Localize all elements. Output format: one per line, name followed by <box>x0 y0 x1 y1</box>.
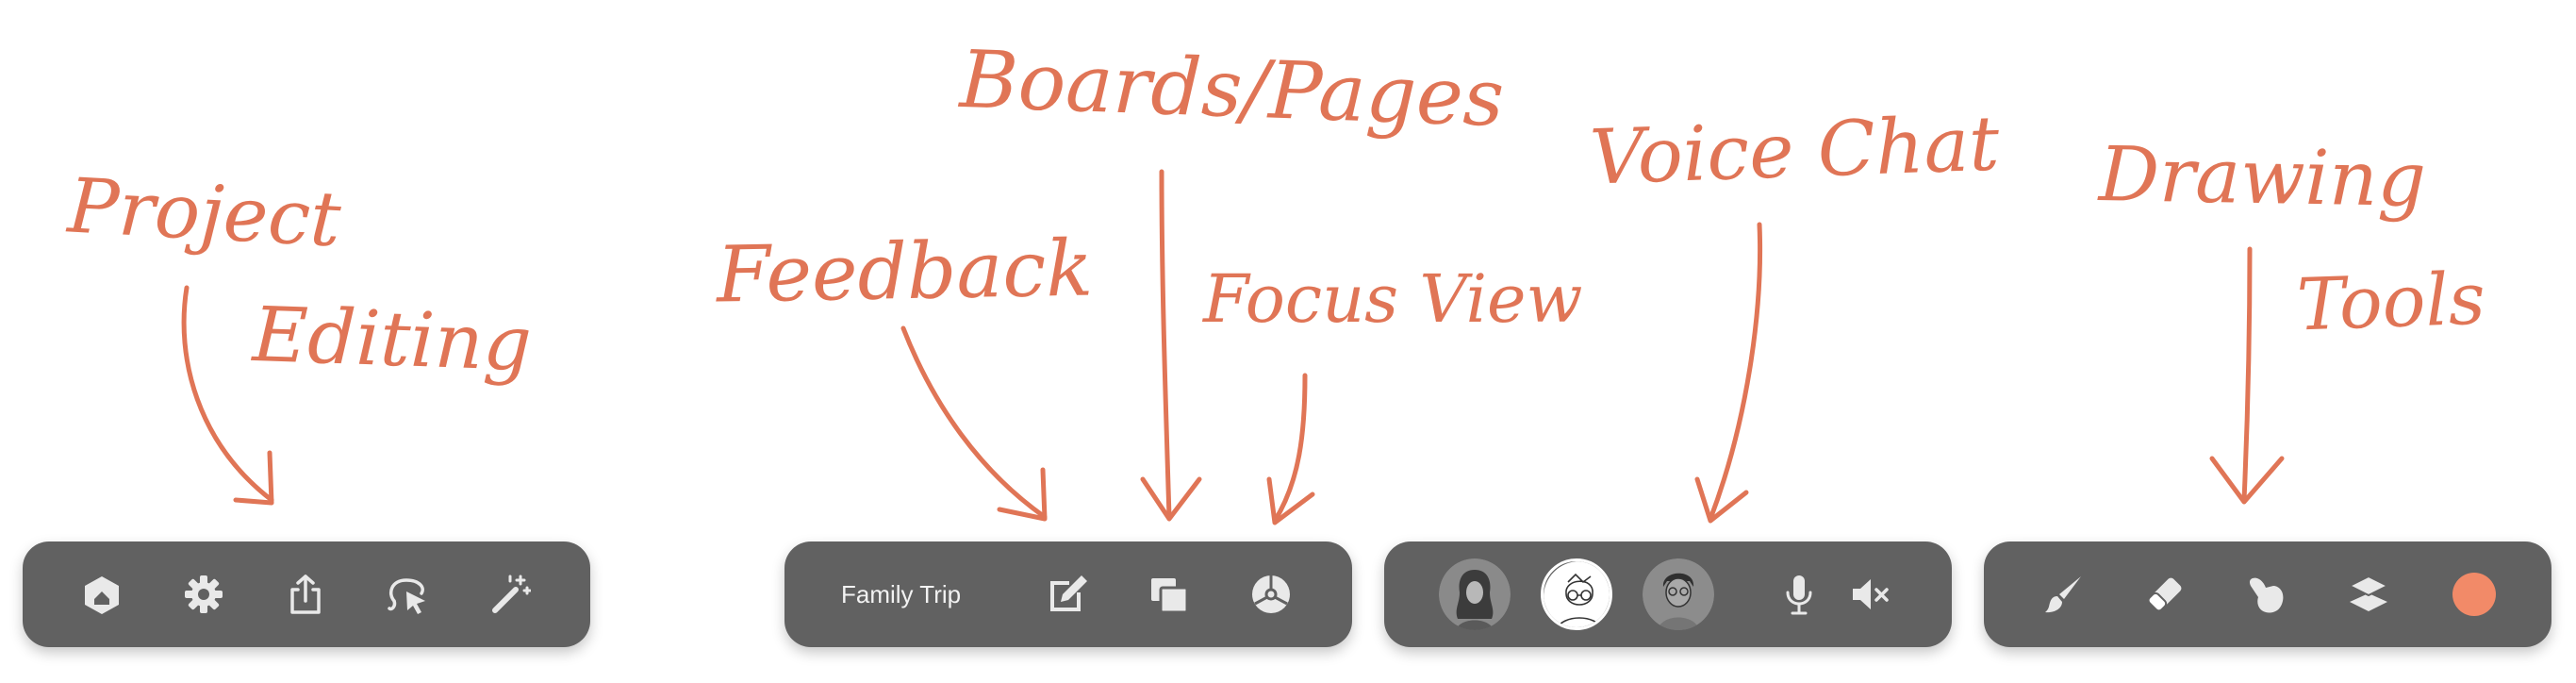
eraser-button[interactable] <box>2127 541 2203 647</box>
home-button[interactable] <box>64 541 140 647</box>
current-color-swatch[interactable] <box>2452 573 2496 616</box>
magic-wand-button[interactable] <box>471 541 547 647</box>
voice-chat-toolbar <box>1384 541 1952 647</box>
arrow-boards-pages <box>1159 169 1172 520</box>
speaker-mute-icon <box>1853 579 1889 609</box>
board-title[interactable]: Family Trip <box>841 541 961 647</box>
home-icon <box>85 576 119 614</box>
microphone-icon <box>1786 575 1812 615</box>
settings-button[interactable] <box>166 541 241 647</box>
arrow-focus-view <box>1272 373 1308 524</box>
pages-button[interactable] <box>1131 541 1207 647</box>
drawing-toolbar <box>1984 541 2551 647</box>
smudge-icon <box>2249 577 2284 613</box>
project-toolbar <box>23 541 590 647</box>
speaker-mute-button[interactable] <box>1833 541 1908 647</box>
arrow-drawing-tools <box>2241 246 2253 503</box>
share-button[interactable] <box>268 541 343 647</box>
magic-wand-icon <box>492 575 531 613</box>
participant-avatar-3[interactable] <box>1643 558 1714 630</box>
arrow-feedback <box>900 325 1048 520</box>
annotation-feedback: Feedback <box>716 224 1094 321</box>
eraser-icon <box>2147 577 2182 612</box>
layers-button[interactable] <box>2331 541 2406 647</box>
annotation-editing: Editing <box>251 290 534 389</box>
feedback-button[interactable] <box>1030 541 1105 647</box>
feedback-note-icon <box>1050 575 1087 611</box>
gear-icon <box>185 575 223 613</box>
participant-avatar-2[interactable] <box>1541 558 1612 630</box>
brush-icon <box>2045 576 2081 613</box>
lasso-select-icon <box>388 578 425 614</box>
focus-view-icon <box>1252 575 1290 613</box>
board-toolbar: Family Trip <box>784 541 1352 647</box>
smudge-button[interactable] <box>2229 541 2304 647</box>
layers-icon <box>2347 575 2390 611</box>
annotation-voice-chat: Voice Chat <box>1588 99 2001 202</box>
focus-view-button[interactable] <box>1233 541 1309 647</box>
arrow-voice-chat <box>1708 222 1763 522</box>
annotation-focus-view: Focus View <box>1203 260 1583 338</box>
annotation-project: Project <box>65 161 343 264</box>
annotation-drawing: Drawing <box>2098 129 2427 225</box>
annotation-tools: Tools <box>2295 256 2487 347</box>
microphone-button[interactable] <box>1761 541 1837 647</box>
share-icon <box>290 575 321 614</box>
annotation-boards-pages: Boards/Pages <box>958 32 1506 145</box>
brush-button[interactable] <box>2025 541 2101 647</box>
lasso-select-button[interactable] <box>370 541 445 647</box>
pages-icon <box>1151 578 1189 614</box>
participant-avatar-1[interactable] <box>1439 558 1511 630</box>
